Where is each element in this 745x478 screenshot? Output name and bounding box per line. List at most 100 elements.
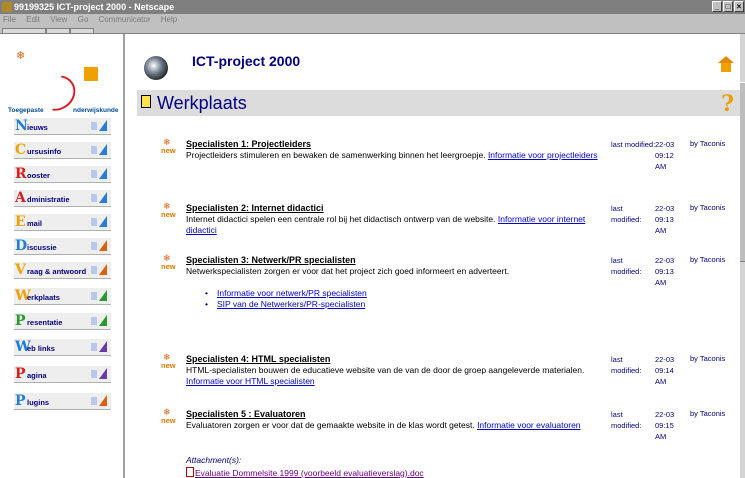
nav-label: dministratie [27, 195, 70, 204]
nav-initial: P [15, 313, 26, 329]
nav-label: erkplaats [27, 293, 60, 302]
window-titlebar[interactable]: 99199325 ICT-project 2000 - Netscape _ □ × [0, 0, 745, 14]
netscape-app-icon [2, 2, 12, 12]
page-title: Werkplaats [157, 93, 247, 113]
entry-description: HTML-specialisten bouwen de educatieve w… [186, 365, 585, 386]
nav-triangle-icon [99, 216, 107, 227]
list-item: Informatie voor netwerk/PR specialisten [203, 288, 367, 299]
sub-link[interactable]: Informatie voor netwerk/PR specialisten [217, 288, 367, 298]
sub-link-list: Informatie voor netwerk/PR specialisten … [203, 288, 367, 310]
vertical-scrollbar[interactable] [740, 34, 745, 478]
nav-decor-icon [91, 122, 97, 130]
scrollbar-thumb[interactable] [740, 82, 745, 262]
menu-go[interactable]: Go [78, 15, 89, 24]
nav-item-vraag-antwoord[interactable]: V raag & antwoord [14, 262, 111, 279]
modified-date: 22-03 09:14 AM [655, 355, 675, 386]
nav-item-nieuws[interactable]: N ieuws [14, 118, 111, 135]
nav-initial: V [15, 262, 26, 278]
nav-triangle-icon [99, 120, 107, 131]
menubar: File Edit View Go Communicator Help [0, 14, 745, 26]
entry-title[interactable]: Specialisten 2: Internet didactici [186, 203, 324, 213]
menu-file[interactable]: File [3, 15, 16, 24]
entry-title[interactable]: Specialisten 3: Netwerk/PR specialisten [186, 255, 356, 265]
nav-decor-icon [91, 343, 97, 351]
new-icon: ❄ new [161, 137, 176, 155]
menu-view[interactable]: View [50, 15, 67, 24]
nav-label: raag & antwoord [27, 267, 87, 276]
entry-description: Projectleiders stimuleren en bewaken de … [186, 150, 598, 160]
nav-item-presentatie[interactable]: P resentatie [14, 313, 111, 330]
close-button[interactable]: × [734, 1, 744, 12]
nav-decor-icon [91, 194, 97, 202]
last-modified-label: last modified: [611, 140, 656, 149]
nav-decor-icon [91, 146, 97, 154]
entry-title[interactable]: Specialisten 1: Projectleiders [186, 139, 311, 149]
entry-info-link[interactable]: Informatie voor HTML specialisten [186, 376, 315, 386]
nav-label: lugins [27, 398, 50, 407]
nav-decor-icon [91, 292, 97, 300]
nav-decor-icon [91, 397, 97, 405]
entry-description: Evaluatoren zorgen er voor dat de gemaak… [186, 420, 581, 430]
attachment-link[interactable]: Evaluatie Dommelsite 1999 (voorbeeld eva… [186, 467, 424, 478]
new-icon: ❄ new [161, 253, 176, 271]
nav-triangle-icon [99, 264, 107, 275]
author: by Taconis [690, 409, 726, 418]
nav-item-pagina[interactable]: P agina [14, 366, 111, 383]
nav-decor-icon [91, 170, 97, 178]
entry-title[interactable]: Specialisten 4: HTML specialisten [186, 354, 330, 364]
nav-item-web-links[interactable]: W eb links [14, 339, 111, 356]
author: by Taconis [690, 203, 726, 212]
modified-date: 22-03 09:13 AM [655, 204, 675, 235]
modified-date: 22-03 09:13 AM [655, 256, 675, 287]
nav-triangle-icon [99, 341, 107, 352]
nav-label: iscussie [27, 243, 57, 252]
nav-triangle-icon [99, 144, 107, 155]
nav-item-discussie[interactable]: D iscussie [14, 238, 111, 255]
menu-help[interactable]: Help [161, 15, 177, 24]
nav-item-werkplaats[interactable]: W erkplaats [14, 288, 111, 305]
nav-triangle-icon [99, 368, 107, 379]
document-icon [141, 95, 151, 108]
logo-square-icon [84, 67, 98, 81]
nav-label: ooster [27, 171, 50, 180]
nav-initial: R [15, 166, 27, 182]
nav-item-administratie[interactable]: A dministratie [14, 190, 111, 207]
logo[interactable]: ❄ Toegepaste nderwijskunde [0, 34, 123, 118]
attachment-label: Attachment(s): [186, 455, 242, 465]
new-icon: ❄ new [161, 407, 176, 425]
menu-communicator[interactable]: Communicator [99, 15, 151, 24]
maximize-button[interactable]: □ [723, 1, 733, 12]
main-content-frame: ICT-project 2000 Werkplaats ? ❄ new Speci… [125, 34, 740, 478]
left-nav-frame: ❄ Toegepaste nderwijskunde N ieuws C urs… [0, 34, 125, 478]
entry-title[interactable]: Specialisten 5 : Evaluatoren [186, 409, 306, 419]
nav-initial: D [15, 238, 28, 254]
nav-decor-icon [91, 317, 97, 325]
logo-text: Toegepaste [8, 107, 44, 114]
modified-date: 22-03 09:12 AM [655, 140, 675, 171]
entry-info-link[interactable]: Informatie voor evaluatoren [477, 420, 580, 430]
home-icon[interactable] [718, 56, 734, 72]
entry-description: Internet didactici spelen een centrale r… [186, 214, 586, 235]
new-icon: ❄ new [161, 201, 176, 219]
nav-label: ursusinfo [27, 147, 62, 156]
nav-decor-icon [91, 370, 97, 378]
menu-edit[interactable]: Edit [26, 15, 40, 24]
nav-item-email[interactable]: E mail [14, 214, 111, 231]
last-modified-label: last modified: [611, 355, 642, 375]
nav-decor-icon [91, 266, 97, 274]
nav-item-cursusinfo[interactable]: C ursusinfo [14, 142, 111, 159]
list-item: SIP van de Netwerkers/PR-specialisten [203, 299, 367, 310]
nav-item-rooster[interactable]: R ooster [14, 166, 111, 183]
help-question-icon[interactable]: ? [721, 91, 734, 117]
window-controls: _ □ × [711, 1, 744, 13]
nav-initial: P [15, 393, 26, 409]
author: by Taconis [690, 139, 726, 148]
sub-link[interactable]: SIP van de Netwerkers/PR-specialisten [217, 299, 365, 309]
last-modified-label: last modified: [611, 410, 642, 430]
minimize-button[interactable]: _ [712, 1, 722, 12]
nav-triangle-icon [99, 192, 107, 203]
entry-info-link[interactable]: Informatie voor projectleiders [488, 150, 598, 160]
globe-icon [144, 56, 168, 80]
new-icon: ❄ new [161, 352, 176, 370]
nav-item-plugins[interactable]: P lugins [14, 393, 111, 410]
